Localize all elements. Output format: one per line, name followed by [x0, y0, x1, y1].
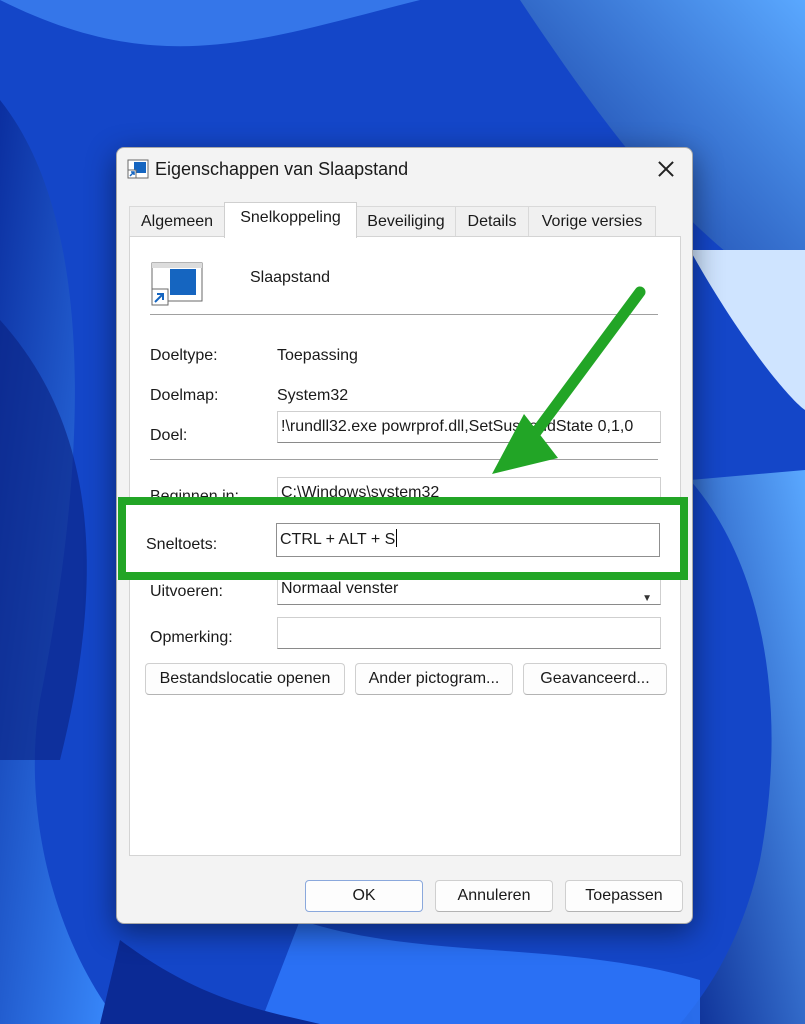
close-icon[interactable] [648, 154, 684, 184]
hotkey-highlight-box: Sneltoets: CTRL + ALT + S [118, 497, 688, 580]
run-label: Uitvoeren: [150, 583, 223, 600]
tab-details[interactable]: Details [455, 206, 529, 236]
hotkey-input[interactable]: CTRL + ALT + S [276, 523, 660, 557]
apply-button[interactable]: Toepassen [565, 880, 683, 912]
window-title: Eigenschappen van Slaapstand [155, 159, 409, 179]
tab-vorige-versies[interactable]: Vorige versies [528, 206, 656, 236]
target-input[interactable]: !\rundll32.exe powrprof.dll,SetSuspendSt… [277, 411, 661, 443]
target-label: Doel: [150, 427, 188, 444]
advanced-button[interactable]: Geavanceerd... [523, 663, 667, 695]
hotkey-label: Sneltoets: [146, 536, 218, 553]
change-icon-button[interactable]: Ander pictogram... [355, 663, 513, 695]
target-folder-value: System32 [277, 387, 349, 404]
comment-label: Opmerking: [150, 629, 233, 646]
target-type-label: Doeltype: [150, 347, 218, 364]
target-type-value: Toepassing [277, 347, 358, 364]
open-file-location-button[interactable]: Bestandslocatie openen [145, 663, 345, 695]
chevron-down-icon: ▼ [642, 593, 652, 604]
run-dropdown-value: Normaal venster [281, 580, 399, 597]
divider [150, 459, 658, 460]
tab-algemeen[interactable]: Algemeen [129, 206, 225, 236]
divider [150, 314, 658, 315]
tab-snelkoppeling[interactable]: Snelkoppeling [224, 202, 357, 238]
text-caret [396, 529, 398, 547]
title-bar[interactable]: Eigenschappen van Slaapstand [117, 148, 692, 190]
shortcut-name: Slaapstand [250, 269, 331, 286]
cancel-button[interactable]: Annuleren [435, 880, 553, 912]
shortcut-app-icon [127, 159, 149, 179]
tab-beveiliging[interactable]: Beveiliging [356, 206, 456, 236]
comment-input[interactable] [277, 617, 661, 649]
target-folder-label: Doelmap: [150, 387, 219, 404]
shortcut-program-icon [151, 262, 203, 306]
hotkey-value: CTRL + ALT + S [280, 531, 396, 548]
ok-button[interactable]: OK [305, 880, 423, 912]
